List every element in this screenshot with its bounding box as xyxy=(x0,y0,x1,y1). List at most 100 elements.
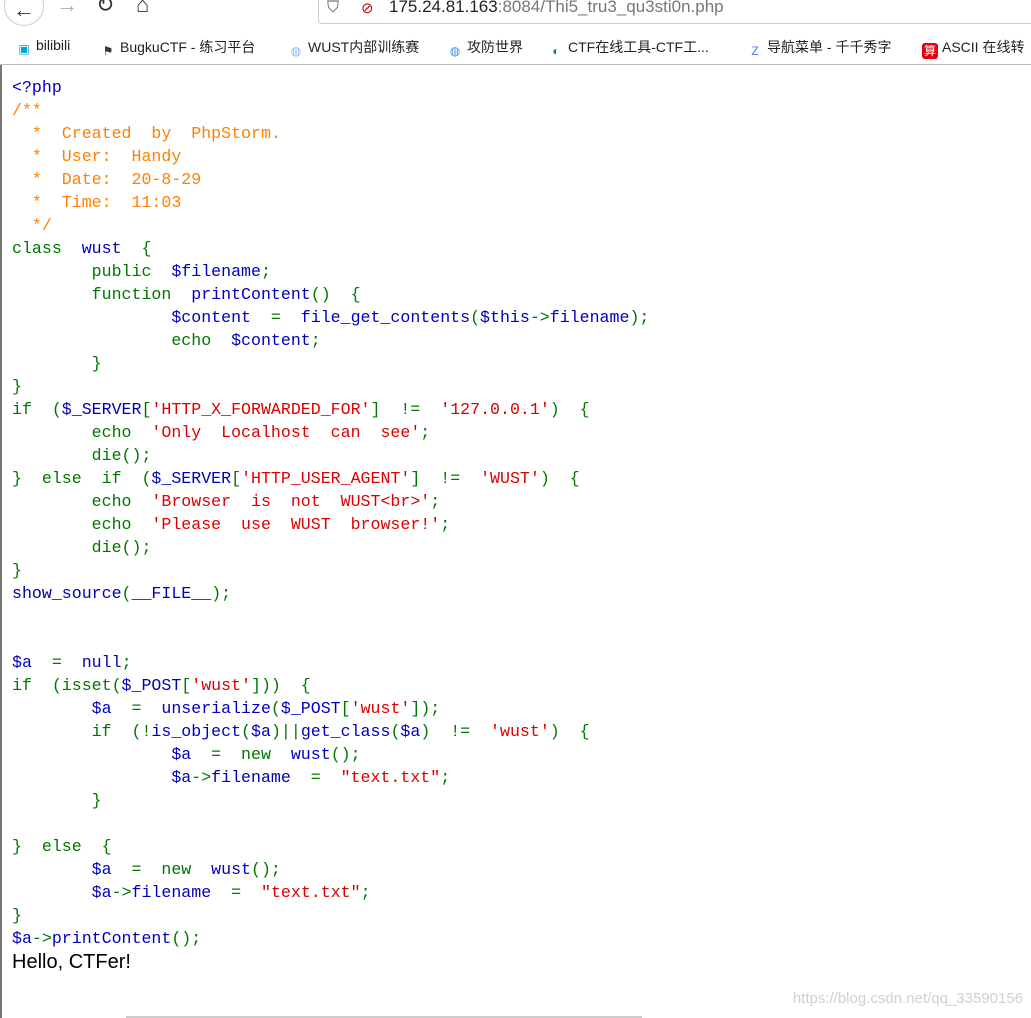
code-line: $a->filename = "text.txt"; xyxy=(12,881,649,904)
url-host: 175.24.81.163 xyxy=(389,0,498,16)
keyword-token: ; xyxy=(440,515,451,534)
keyword-token: (); xyxy=(171,929,202,948)
identifier-token: $_SERVER xyxy=(61,400,142,419)
keyword-token: } xyxy=(12,377,22,396)
identifier-token: $a xyxy=(400,722,421,741)
keyword-token: = xyxy=(310,768,341,787)
code-line: * Time: 11:03 xyxy=(12,191,649,214)
identifier-token: $this xyxy=(480,308,530,327)
reload-button[interactable]: ↻ xyxy=(96,0,114,18)
code-line: $a = unserialize($_POST['wust']); xyxy=(12,697,649,720)
bookmark-item[interactable]: Z 导航菜单 - 千千秀字 xyxy=(747,37,891,59)
code-line: } xyxy=(12,904,649,927)
keyword-token: ( xyxy=(390,722,401,741)
forward-button[interactable]: → xyxy=(56,0,78,18)
insecure-lock-icon[interactable]: ⊘ xyxy=(361,0,374,17)
address-bar[interactable]: ⛉ ⊘ 175.24.81.163:8084/Thi5_tru3_qu3sti0… xyxy=(318,0,1031,24)
bookmark-item[interactable]: ◍ 攻防世界 xyxy=(447,37,523,59)
code-line: echo $content; xyxy=(12,329,649,352)
keyword-token: } xyxy=(12,354,102,373)
globe-icon: ◍ xyxy=(290,44,302,58)
url-text[interactable]: 175.24.81.163:8084/Thi5_tru3_qu3sti0n.ph… xyxy=(389,0,724,17)
code-line: if (isset($_POST['wust'])) { xyxy=(12,674,649,697)
code-line: } else { xyxy=(12,835,649,858)
comment-token: /** xyxy=(12,101,42,120)
home-button[interactable]: ⌂ xyxy=(136,0,149,18)
identifier-token: $a xyxy=(12,768,192,787)
keyword-token: echo xyxy=(12,492,152,511)
keyword-token: echo xyxy=(12,515,152,534)
identifier-token: printContent xyxy=(51,929,172,948)
keyword-token: function xyxy=(12,285,192,304)
keyword-token: ] != xyxy=(410,469,481,488)
keyword-token: } xyxy=(12,791,102,810)
code-line: $a = new wust(); xyxy=(12,858,649,881)
string-token: '127.0.0.1' xyxy=(440,400,550,419)
code-line: echo 'Please use WUST browser!'; xyxy=(12,513,649,536)
identifier-token: file_get_contents xyxy=(300,308,471,327)
keyword-token: ])) { xyxy=(251,676,311,695)
identifier-token: filename xyxy=(211,768,311,787)
shield-icon[interactable]: ⛉ xyxy=(327,0,339,17)
back-button[interactable]: ← xyxy=(4,0,44,26)
code-line: if (!is_object($a)||get_class($a) != 'wu… xyxy=(12,720,649,743)
comment-token: * Date: 20-8-29 xyxy=(12,170,202,189)
keyword-token: } xyxy=(12,906,22,925)
keyword-token: ]); xyxy=(410,699,441,718)
comment-token: * Created by PhpStorm. xyxy=(12,124,281,143)
string-token: 'Please use WUST browser!' xyxy=(151,515,441,534)
keyword-token: } else { xyxy=(12,837,112,856)
bookmark-label: BugkuCTF - 练习平台 xyxy=(120,39,256,55)
code-line: echo 'Only Localhost can see'; xyxy=(12,421,649,444)
code-line: if ($_SERVER['HTTP_X_FORWARDED_FOR'] != … xyxy=(12,398,649,421)
bookmark-label: bilibili xyxy=(36,37,71,53)
code-line: class wust { xyxy=(12,237,649,260)
bookmark-item[interactable]: ◍ WUST内部训练赛 xyxy=(288,37,419,59)
comment-token: * Time: 11:03 xyxy=(12,193,182,212)
keyword-token: (); xyxy=(330,745,361,764)
keyword-token: -> xyxy=(111,883,132,902)
keyword-token: = xyxy=(51,653,82,672)
code-line: $a = null; xyxy=(12,651,649,674)
z-logo-icon: Z xyxy=(751,44,759,58)
keyword-token: ; xyxy=(260,262,271,281)
comment-token: * User: Handy xyxy=(12,147,182,166)
keyword-token: -> xyxy=(31,929,52,948)
identifier-token: wust xyxy=(290,745,331,764)
identifier-token: $content xyxy=(12,308,271,327)
code-line: } xyxy=(12,789,649,812)
bookmark-item[interactable]: ▣ bilibili xyxy=(16,37,70,57)
keyword-token: die(); xyxy=(12,538,152,557)
string-token: 'wust' xyxy=(350,699,411,718)
identifier-token: $a xyxy=(12,699,132,718)
window-edge xyxy=(0,65,2,1018)
code-line: /** xyxy=(12,99,649,122)
identifier-token: show_source xyxy=(12,584,122,603)
keyword-token: public xyxy=(12,262,172,281)
code-line: $a->filename = "text.txt"; xyxy=(12,766,649,789)
code-line: * User: Handy xyxy=(12,145,649,168)
keyword-token: ( xyxy=(270,699,281,718)
ctf-tools-icon: ◐ xyxy=(552,44,560,58)
bookmark-item[interactable]: ⚑ BugkuCTF - 练习平台 xyxy=(100,37,256,59)
code-line: } xyxy=(12,352,649,375)
keyword-token: ; xyxy=(360,883,371,902)
code-line: } xyxy=(12,375,649,398)
bookmark-item[interactable]: 算 ASCII 在线转 xyxy=(922,37,1024,59)
identifier-token: $a xyxy=(12,745,212,764)
bookmark-item[interactable]: ◐ CTF在线工具-CTF工... xyxy=(548,37,708,59)
code-line: function printContent() { xyxy=(12,283,649,306)
identifier-token: $a xyxy=(12,929,32,948)
keyword-token: ( xyxy=(121,584,132,603)
code-line: echo 'Browser is not WUST<br>'; xyxy=(12,490,649,513)
code-line: * Date: 20-8-29 xyxy=(12,168,649,191)
reload-icon: ↻ xyxy=(96,0,115,17)
keyword-token: ) { xyxy=(549,400,590,419)
code-line: <?php xyxy=(12,76,649,99)
php-source-code: <?php /** * Created by PhpStorm. * User: … xyxy=(12,76,649,950)
identifier-token: unserialize xyxy=(161,699,271,718)
keyword-token: { xyxy=(141,239,152,258)
